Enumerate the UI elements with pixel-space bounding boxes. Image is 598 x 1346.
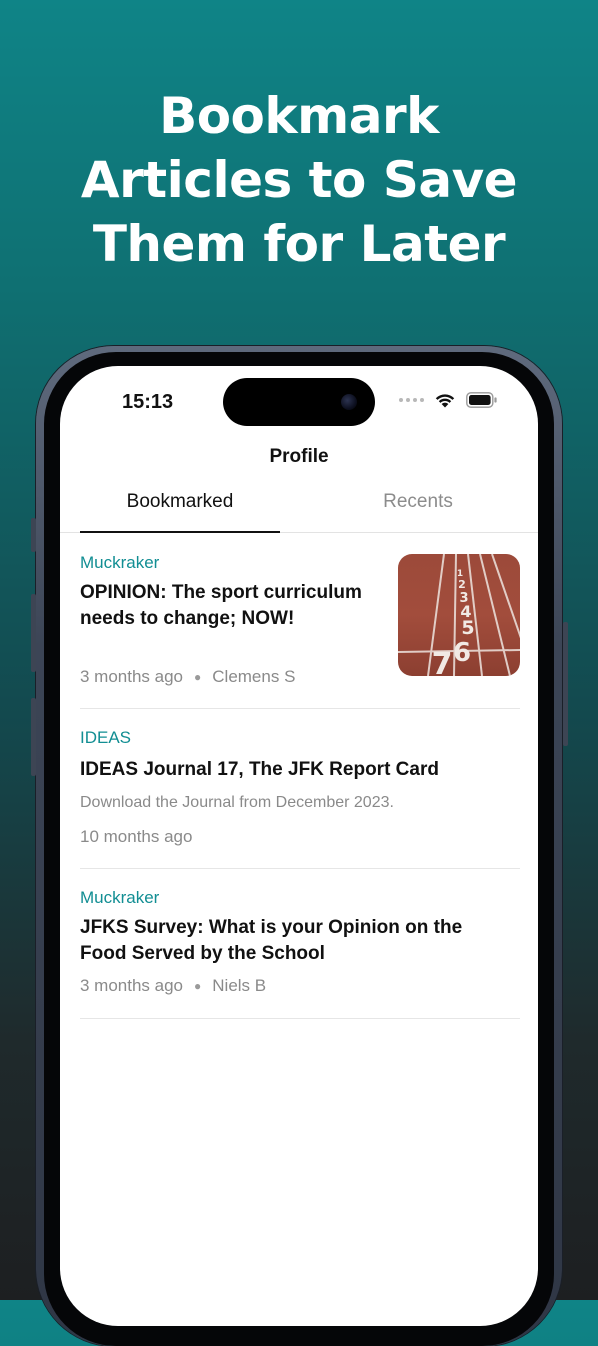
article-source: Muckraker <box>80 553 160 572</box>
article-title: JFKS Survey: What is your Opinion on the… <box>80 917 463 964</box>
article-time: 3 months ago <box>80 976 184 995</box>
dynamic-island <box>223 378 375 426</box>
meta-separator: ● <box>194 979 202 993</box>
wifi-icon <box>435 394 455 408</box>
battery-icon <box>466 392 497 408</box>
status-time: 15:13 <box>122 391 174 413</box>
headline-line-1: Bookmark <box>159 87 439 145</box>
lane-number: 6 <box>453 638 471 668</box>
article-list-item[interactable]: Muckraker OPINION: The sport curriculum … <box>80 533 520 709</box>
article-list-item[interactable]: IDEAS IDEAS Journal 17, The JFK Report C… <box>80 708 520 869</box>
headline-line-2: Articles to Save <box>80 151 518 209</box>
article-meta: 3 months ago ● Niels B <box>80 976 266 996</box>
article-meta: 10 months ago <box>80 827 192 847</box>
volume-up-button <box>31 594 36 672</box>
lane-number: 5 <box>461 617 474 639</box>
article-title: IDEAS Journal 17, The JFK Report Card <box>80 759 439 780</box>
article-source: Muckraker <box>80 888 160 907</box>
lane-number: 7 <box>432 647 453 676</box>
status-icons <box>399 392 498 408</box>
power-button <box>563 622 568 746</box>
profile-tabs: Bookmarked Recents <box>60 478 538 533</box>
headline-line-3: Them for Later <box>92 215 506 273</box>
article-time: 10 months ago <box>80 827 193 846</box>
article-author: Clemens S <box>212 667 296 686</box>
article-thumbnail: 1 2 3 4 5 6 7 <box>398 554 520 676</box>
article-author: Niels B <box>212 976 267 995</box>
article-meta: 3 months ago ● Clemens S <box>80 667 295 687</box>
page-title: Profile <box>269 446 329 467</box>
article-source: IDEAS <box>80 728 132 747</box>
meta-separator: ● <box>194 670 202 684</box>
volume-down-button <box>31 698 36 776</box>
article-list-item[interactable]: Muckraker JFKS Survey: What is your Opin… <box>80 868 520 1019</box>
article-time: 3 months ago <box>80 667 184 686</box>
signal-dots-icon <box>399 398 424 402</box>
action-button <box>31 518 36 552</box>
tab-bookmarked[interactable]: Bookmarked <box>80 478 280 533</box>
marketing-headline: Bookmark Articles to Save Them for Later <box>0 84 598 276</box>
running-track-image: 1 2 3 4 5 6 7 <box>398 554 520 676</box>
tab-recents[interactable]: Recents <box>318 478 518 532</box>
article-title: OPINION: The sport curriculum needs to c… <box>80 582 362 629</box>
phone-screen: 15:13 Profile Bookmarked Recents Muckrak… <box>60 366 538 1326</box>
camera-icon <box>341 394 357 410</box>
article-description: Download the Journal from December 2023. <box>80 794 394 811</box>
lane-number: 2 <box>458 578 466 591</box>
